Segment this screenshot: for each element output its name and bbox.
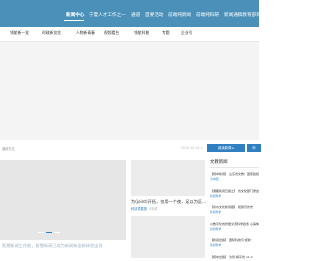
sub-nav: 领航新一党 时政新览览 人物新青春 视频看台 领航科普 专题 企业号 <box>0 27 259 42</box>
sidebar-title: 文教新闻 <box>210 160 228 165</box>
sidebar-news: 文教新闻 【视中新闻】 山东省文教！国家政权 为中国 【港都新闻日报之】 省文化… <box>207 156 259 261</box>
sidebar-item[interactable]: 【港都新闻日报之】 省文化部门委会 <box>210 189 262 193</box>
top-nav: 新闻中心 宁夏人才工作之一 通道 首要活动 前端纯新闻 前端纯科研 新闻通稿教育… <box>0 0 290 27</box>
sidebar-item[interactable]: 【视中出版】 为智-横平省 11.2 <box>210 255 262 259</box>
subnav-item-5[interactable]: 领航科普 <box>134 30 149 36</box>
slider-caption[interactable]: 智慧新闻工作能，智慧新闻已成为新闻新出新体验出现 <box>2 243 103 249</box>
nav-item-ningxia[interactable]: 宁夏人才工作之一 <box>89 13 126 19</box>
sidebar-item[interactable]: 【视中新闻】 山东省文教！国家政权 <box>210 172 262 176</box>
card-tag[interactable]: 科技重展报 <box>131 206 147 211</box>
nav-item-frontend-news[interactable]: 前端纯新闻 <box>168 13 191 19</box>
slider-dot-2[interactable] <box>46 232 52 234</box>
sidebar-item-source[interactable]: 新闻科学 <box>210 243 221 247</box>
nav-item-activities[interactable]: 首要活动 <box>145 13 163 19</box>
sidebar-item-source[interactable]: 新闻科学 <box>210 227 221 231</box>
image-slider[interactable] <box>0 160 126 240</box>
subnav-item-7[interactable]: 企业号 <box>181 30 192 36</box>
slider-dot-3[interactable] <box>54 232 60 234</box>
breadcrumb-date: 2019-10-04 1 <box>181 146 203 150</box>
nav-item-news-center[interactable]: 新闻中心 <box>66 13 84 19</box>
nav-active-indicator <box>64 20 84 21</box>
nav-item-press[interactable]: 新闻通稿教育部目疗法 <box>224 13 270 19</box>
nav-item-frontend-research[interactable]: 前端纯科研 <box>196 13 219 19</box>
sidebar-item-source[interactable]: 新闻科学 <box>210 210 221 214</box>
apply-button[interactable]: 申 <box>247 144 261 152</box>
card-title[interactable]: 为(joint)开拓，仅用一个夜，足以为区... <box>131 199 206 205</box>
card-time: 4天前 <box>149 207 158 211</box>
sidebar-divider <box>210 167 259 168</box>
subnav-item-4[interactable]: 视频看台 <box>104 30 119 36</box>
sidebar-item-source[interactable]: 为中国 <box>210 177 218 181</box>
card-thumbnail-2[interactable] <box>131 216 205 258</box>
sidebar-item[interactable]: 以数字化的智能交流科学政务 心得体 <box>210 222 262 226</box>
sidebar-item-source[interactable]: 新闻科学 <box>210 194 221 198</box>
breadcrumb[interactable]: 通政在位 <box>2 146 15 151</box>
card-thumbnail[interactable] <box>131 160 205 196</box>
sidebar-item[interactable]: 【泉州文化新闻报】 和我们省市 <box>210 205 262 209</box>
nav-item-channel[interactable]: 通道 <box>131 13 140 19</box>
subnav-item-1[interactable]: 领航新一党 <box>10 30 29 36</box>
sidebar-item[interactable]: 【新闻出版】 国际科技与'视新' <box>210 238 262 242</box>
nav-item-china[interactable]: 中国教 <box>276 13 290 19</box>
read-news-button[interactable]: 阅读新闻 ▸ <box>207 144 245 152</box>
subnav-item-2[interactable]: 时政新览览 <box>42 30 61 36</box>
subnav-item-6[interactable]: 专题 <box>162 30 170 36</box>
slider-dot-1[interactable] <box>38 232 44 234</box>
banner-area <box>0 42 259 140</box>
subnav-item-3[interactable]: 人物新青春 <box>76 30 95 36</box>
